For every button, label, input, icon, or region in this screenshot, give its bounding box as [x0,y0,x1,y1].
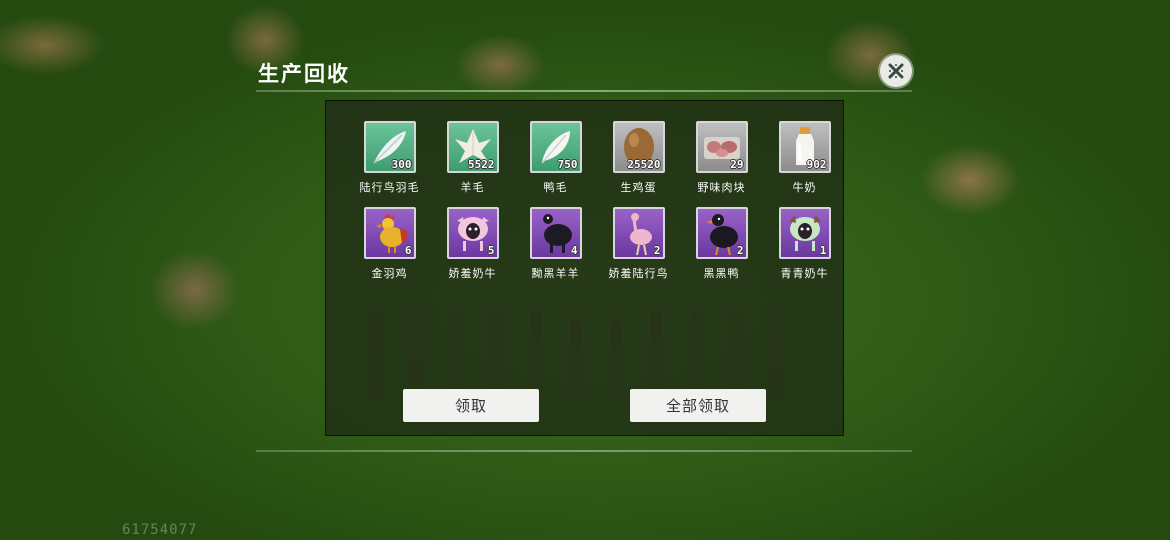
item-milk[interactable]: 902 牛奶 [763,121,846,195]
panel-title: 生产回收 [258,62,350,86]
item-slot[interactable]: 29 [695,121,748,173]
item-duck-feather[interactable]: 750 鸭毛 [514,121,597,195]
item-count: 2 [736,244,744,257]
item-name: 牛奶 [792,181,817,194]
close-x-icon [888,63,904,79]
item-slot[interactable]: 902 [778,121,831,173]
item-black-duck[interactable]: 2 黑黑鸭 [680,207,763,281]
item-slot[interactable]: 5 [446,207,499,259]
production-panel: 300 陆行鸟羽毛 5522 羊毛 750 鸭毛 25520 生鸡蛋 29 野味… [325,100,844,436]
item-count: 2 [653,244,661,257]
item-slot[interactable]: 750 [529,121,582,173]
item-golden-rooster[interactable]: 6 金羽鸡 [348,207,431,281]
item-game-meat[interactable]: 29 野味肉块 [680,121,763,195]
item-slot[interactable]: 1 [778,207,831,259]
item-dark-sheep[interactable]: 4 黝黑羊羊 [514,207,597,281]
item-count: 902 [806,158,827,171]
item-shy-ostrich[interactable]: 2 娇羞陆行鸟 [597,207,680,281]
item-count: 1 [819,244,827,257]
bottom-divider [256,450,912,452]
item-slot[interactable]: 2 [695,207,748,259]
item-wool[interactable]: 5522 羊毛 [431,121,514,195]
item-grid: 300 陆行鸟羽毛 5522 羊毛 750 鸭毛 25520 生鸡蛋 29 野味… [348,121,846,281]
item-ostrich-feather[interactable]: 300 陆行鸟羽毛 [348,121,431,195]
item-count: 5 [487,244,495,257]
title-divider [256,90,912,92]
item-count: 5522 [468,158,495,171]
item-count: 6 [404,244,412,257]
close-button[interactable] [880,55,912,87]
item-name: 黝黑羊羊 [531,267,580,280]
item-count: 750 [557,158,578,171]
item-name: 生鸡蛋 [620,181,657,194]
player-uid: 61754077 [122,522,198,538]
claim-button[interactable]: 领取 [403,389,539,422]
item-name: 野味肉块 [697,181,746,194]
item-name: 鸭毛 [543,181,568,194]
item-slot[interactable]: 25520 [612,121,665,173]
item-count: 300 [391,158,412,171]
claim-all-button[interactable]: 全部领取 [630,389,766,422]
item-name: 青青奶牛 [780,267,829,280]
item-slot[interactable]: 4 [529,207,582,259]
item-raw-egg[interactable]: 25520 生鸡蛋 [597,121,680,195]
item-shy-cow[interactable]: 5 娇羞奶牛 [431,207,514,281]
item-green-cow[interactable]: 1 青青奶牛 [763,207,846,281]
item-slot[interactable]: 6 [363,207,416,259]
item-count: 4 [570,244,578,257]
item-name: 娇羞陆行鸟 [608,267,669,280]
item-name: 黑黑鸭 [703,267,740,280]
item-count: 25520 [627,158,661,171]
item-slot[interactable]: 2 [612,207,665,259]
item-name: 娇羞奶牛 [448,267,497,280]
item-count: 29 [730,158,744,171]
item-name: 陆行鸟羽毛 [359,181,420,194]
item-slot[interactable]: 5522 [446,121,499,173]
item-slot[interactable]: 300 [363,121,416,173]
item-name: 金羽鸡 [371,267,408,280]
item-name: 羊毛 [460,181,485,194]
